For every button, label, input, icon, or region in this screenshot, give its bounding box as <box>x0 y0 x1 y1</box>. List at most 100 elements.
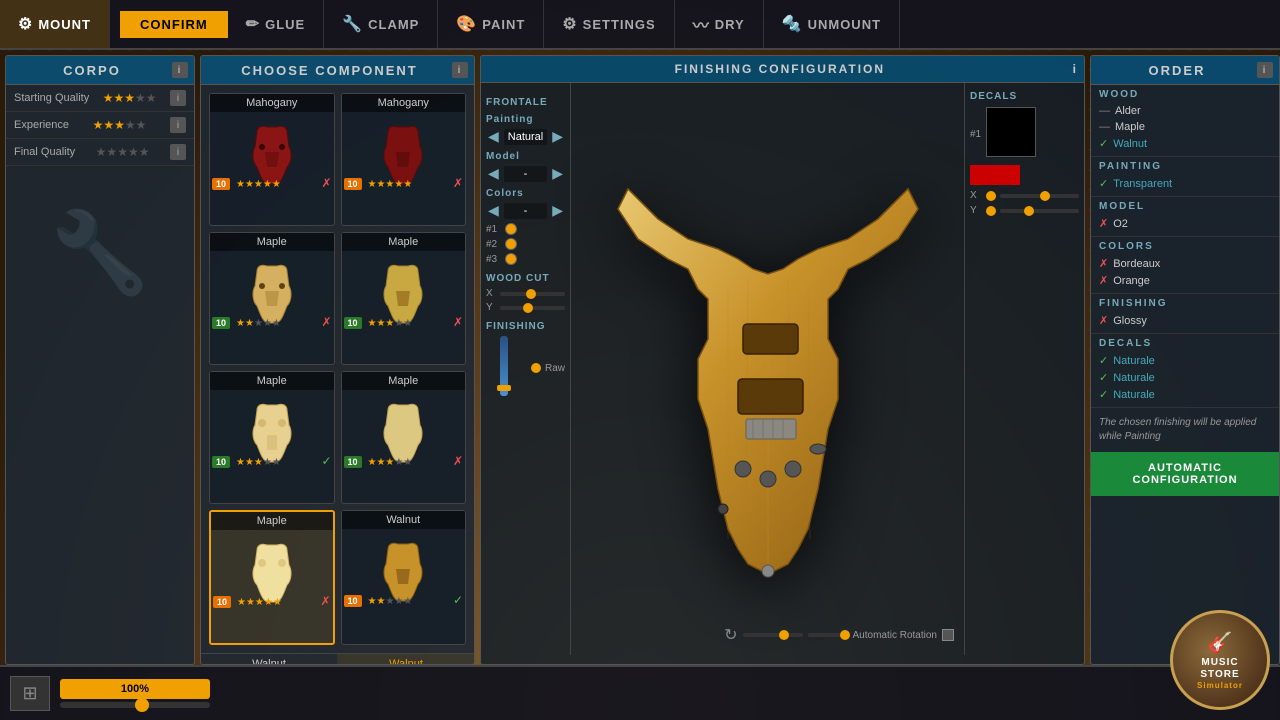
nav-dry[interactable]: 〰 DRY <box>675 0 764 48</box>
zoom-controls: 100% <box>60 679 210 708</box>
model-right-arrow[interactable]: ▶ <box>550 165 565 182</box>
component-maple-3[interactable]: Maple 10 ★★★★★ ✓ <box>209 371 335 504</box>
corpo-info-button[interactable]: i <box>172 62 188 78</box>
component-mahogany-1[interactable]: Mahogany 10 ★★★★★ ✗ <box>209 93 335 226</box>
corpo-header: CORPO i <box>6 56 194 85</box>
guitar-svg-8 <box>368 534 438 604</box>
colors-value: - <box>504 203 547 219</box>
walnut-text: Walnut <box>1113 138 1147 150</box>
decal-y-track[interactable] <box>1000 209 1079 213</box>
logo-guitar-icon: 🎸 <box>1208 630 1233 655</box>
order-naturale-1: ✓ Naturale <box>1099 352 1271 369</box>
item-badge-4: 10 <box>344 317 362 329</box>
order-orange: ✗ Orange <box>1099 272 1271 289</box>
item-check-8: ✓ <box>453 593 463 607</box>
painting-right-arrow[interactable]: ▶ <box>550 128 565 145</box>
config-info-btn[interactable]: i <box>1073 62 1078 76</box>
starting-quality-info[interactable]: i <box>170 90 186 106</box>
starting-quality-stars: ★★★★★ <box>103 91 157 105</box>
rotation-slider[interactable] <box>743 633 803 637</box>
logo-music-store-text: MUSICSTORE <box>1200 657 1239 681</box>
mount-icon: ⚙ <box>18 14 33 34</box>
decal-y-label: Y <box>970 205 982 216</box>
wood-cut-label: WOOD CUT <box>486 273 565 284</box>
painting-left-arrow[interactable]: ◀ <box>486 128 501 145</box>
confirm-button[interactable]: CONFIRM <box>120 11 228 38</box>
order-bordeaux: ✗ Bordeaux <box>1099 255 1271 272</box>
nav-clamp[interactable]: 🔧 CLAMP <box>324 0 438 48</box>
colors-right-arrow[interactable]: ▶ <box>550 202 565 219</box>
guitar-svg-7 <box>237 535 307 605</box>
logo-simulator-text: Simulator <box>1197 681 1243 690</box>
guitar-svg-4 <box>368 256 438 326</box>
finishing-bar[interactable] <box>500 336 508 396</box>
transparent-icon: ✓ <box>1099 177 1108 190</box>
item-stars-1: ★★★★★ <box>236 179 281 190</box>
component-mahogany-2[interactable]: Mahogany 10 ★★★★★ ✗ <box>341 93 467 226</box>
nav-mount[interactable]: ⚙ MOUNT <box>0 0 110 48</box>
component-img-7: 10 ★★★★★ ✗ <box>211 530 333 610</box>
decal-preview-1[interactable] <box>986 107 1036 157</box>
nav-settings-label: SETTINGS <box>583 17 656 32</box>
color-dot-1[interactable] <box>505 223 517 235</box>
component-maple-1[interactable]: Maple 10 ★★★★★ ✗ <box>209 232 335 365</box>
component-maple-4[interactable]: Maple 10 ★★★★★ ✗ <box>341 371 467 504</box>
order-header: ORDER i <box>1091 56 1279 85</box>
component-maple-2[interactable]: Maple 10 ★★★★★ ✗ <box>341 232 467 365</box>
decal-y-thumb <box>1024 206 1034 216</box>
guitar-viewport: ↻ Automatic Rotation <box>571 83 964 655</box>
nav-glue[interactable]: ✏ GLUE <box>228 0 325 48</box>
rotation-thumb <box>779 630 789 640</box>
orange-text: Orange <box>1113 275 1150 287</box>
wood-y-label: Y <box>486 302 496 313</box>
order-naturale-2: ✓ Naturale <box>1099 369 1271 386</box>
component-walnut-1[interactable]: Walnut 10 ★★★★★ ✓ <box>341 510 467 645</box>
wood-x-track[interactable] <box>500 292 565 296</box>
auto-rotation-checkbox[interactable] <box>942 629 954 641</box>
final-quality-stars: ★★★★★ <box>96 145 150 159</box>
nav-paint[interactable]: 🎨 PAINT <box>438 0 544 48</box>
nav-unmount-label: UNMOUNT <box>808 17 881 32</box>
order-info-btn[interactable]: i <box>1257 62 1273 78</box>
color-dot-2[interactable] <box>505 238 517 250</box>
item-badge-2: 10 <box>344 178 362 190</box>
zoom-slider-track[interactable] <box>60 702 210 708</box>
finishing-config-panel: FINISHING CONFIGURATION i FRONTALE Paint… <box>480 55 1085 665</box>
component-header: CHOOSE COMPONENT i <box>201 56 474 85</box>
dry-icon: 〰 <box>693 12 710 36</box>
decal-color-preview[interactable] <box>970 165 1020 185</box>
nav-settings[interactable]: ⚙ SETTINGS <box>544 0 674 48</box>
guitar-svg-6 <box>368 395 438 465</box>
item-badge-8: 10 <box>344 595 362 607</box>
nav-unmount[interactable]: 🔩 UNMOUNT <box>764 0 900 48</box>
decals-header: DECALS <box>970 91 1079 102</box>
colors-left-arrow[interactable]: ◀ <box>486 202 501 219</box>
wood-y-track[interactable] <box>500 306 565 310</box>
view-toggle-button[interactable]: ⊞ <box>10 676 50 711</box>
painting-selector: ◀ Natural ▶ <box>486 128 565 145</box>
component-maple-selected[interactable]: Maple 10 ★★★★★ ✗ <box>209 510 335 645</box>
component-img-8: 10 ★★★★★ ✓ <box>342 529 466 609</box>
glossy-text: Glossy <box>1113 315 1147 327</box>
order-wood-title: WOOD <box>1099 89 1271 100</box>
component-img-2: 10 ★★★★★ ✗ <box>342 112 466 192</box>
color-2-label: #2 <box>486 239 501 250</box>
painting-section-label: Painting <box>486 114 565 125</box>
raw-dot <box>531 363 541 373</box>
model-left-arrow[interactable]: ◀ <box>486 165 501 182</box>
component-title: CHOOSE COMPONENT <box>207 63 452 78</box>
final-quality-info[interactable]: i <box>170 144 186 160</box>
order-decals-title: DECALS <box>1099 338 1271 349</box>
color-dot-3[interactable] <box>505 253 517 265</box>
auto-config-button[interactable]: AUTOMATIC CONFIGURATION <box>1091 452 1279 496</box>
experience-info[interactable]: i <box>170 117 186 133</box>
top-navigation: ⚙ MOUNT CONFIRM ✏ GLUE 🔧 CLAMP 🎨 PAINT ⚙… <box>0 0 1280 50</box>
order-title: ORDER <box>1097 63 1257 78</box>
decal-x-track[interactable] <box>1000 194 1079 198</box>
order-model-section: MODEL ✗ O2 <box>1091 197 1279 237</box>
zoom-slider-guitar[interactable] <box>808 633 848 637</box>
nav-paint-label: PAINT <box>482 17 525 32</box>
order-panel: ORDER i WOOD — Alder — Maple ✓ Walnut PA… <box>1090 55 1280 665</box>
component-info-button[interactable]: i <box>452 62 468 78</box>
component-img-6: 10 ★★★★★ ✗ <box>342 390 466 470</box>
